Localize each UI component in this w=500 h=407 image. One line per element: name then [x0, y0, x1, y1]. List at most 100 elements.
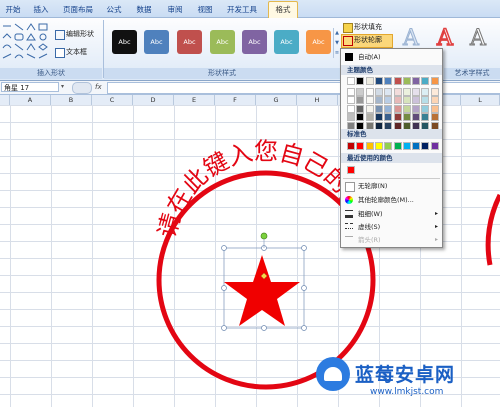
theme-color-cell[interactable]	[412, 87, 421, 96]
edit-shape-button[interactable]: 编辑形状	[66, 30, 94, 39]
theme-color-cell[interactable]	[347, 96, 355, 104]
standard-color-cell[interactable]	[430, 142, 439, 150]
theme-color-cell[interactable]	[384, 113, 393, 121]
tab-view[interactable]: 视图	[194, 3, 216, 17]
theme-color-cell[interactable]	[384, 96, 393, 104]
theme-color-cell[interactable]	[430, 104, 439, 113]
name-box-dropdown-icon[interactable]: ▾	[61, 82, 69, 92]
theme-color-cell[interactable]	[365, 96, 374, 104]
theme-color-cell[interactable]	[430, 96, 439, 104]
theme-color-cell[interactable]	[356, 77, 365, 85]
recent-color-row[interactable]	[341, 165, 442, 175]
theme-color-cell[interactable]	[374, 104, 383, 113]
shape-style-black[interactable]: Abc	[112, 30, 137, 54]
theme-color-grid[interactable]	[341, 77, 442, 137]
column-header[interactable]: F	[215, 95, 256, 105]
column-header[interactable]: D	[133, 95, 174, 105]
standard-color-cell[interactable]	[356, 142, 365, 150]
column-header[interactable]: L	[461, 95, 500, 105]
theme-color-cell[interactable]	[393, 77, 402, 85]
theme-color-cell[interactable]	[402, 77, 411, 85]
theme-color-cell[interactable]	[384, 77, 393, 85]
theme-color-cell[interactable]	[421, 77, 430, 85]
shape-style-purple[interactable]: Abc	[242, 30, 267, 54]
tab-page-layout[interactable]: 页面布局	[60, 3, 96, 17]
standard-color-cell[interactable]	[402, 142, 411, 150]
standard-color-cell[interactable]	[421, 142, 430, 150]
theme-color-cell[interactable]	[412, 113, 421, 121]
function-icon[interactable]: fx	[95, 81, 102, 93]
rotate-handle[interactable]	[260, 232, 268, 240]
theme-color-cell[interactable]	[347, 104, 355, 113]
theme-color-cell[interactable]	[430, 87, 439, 96]
theme-color-cell[interactable]	[347, 77, 355, 85]
theme-color-cell[interactable]	[365, 104, 374, 113]
tab-developer[interactable]: 开发工具	[224, 3, 260, 17]
theme-color-cell[interactable]	[402, 96, 411, 104]
theme-color-cell[interactable]	[384, 104, 393, 113]
text-box-button[interactable]: 文本框	[66, 48, 87, 57]
column-header[interactable]: A	[10, 95, 51, 105]
column-header[interactable]: C	[92, 95, 133, 105]
theme-color-cell[interactable]	[412, 104, 421, 113]
theme-color-cell[interactable]	[356, 96, 365, 104]
menu-auto-color[interactable]: 自动(A)	[341, 51, 442, 63]
theme-color-cell[interactable]	[374, 77, 383, 85]
standard-color-cell[interactable]	[365, 142, 374, 150]
tab-data[interactable]: 数据	[133, 3, 155, 17]
theme-color-cell[interactable]	[365, 77, 374, 85]
theme-color-cell[interactable]	[374, 87, 383, 96]
shape-style-blue[interactable]: Abc	[144, 30, 169, 54]
menu-weight[interactable]: 粗细(W) ▸	[341, 208, 442, 220]
shape-style-orange[interactable]: Abc	[306, 30, 331, 54]
standard-color-cell[interactable]	[374, 142, 383, 150]
theme-color-cell[interactable]	[365, 113, 374, 121]
shape-style-aqua[interactable]: Abc	[274, 30, 299, 54]
standard-color-cell[interactable]	[347, 142, 355, 150]
standard-color-cell[interactable]	[393, 142, 402, 150]
theme-color-cell[interactable]	[384, 87, 393, 96]
theme-color-cell[interactable]	[421, 87, 430, 96]
theme-color-cell[interactable]	[365, 87, 374, 96]
theme-color-cell[interactable]	[393, 104, 402, 113]
select-all-corner[interactable]	[0, 95, 10, 105]
shape-style-green[interactable]: Abc	[210, 30, 235, 54]
shape-gallery[interactable]	[1, 22, 51, 64]
theme-color-cell[interactable]	[393, 113, 402, 121]
standard-color-cell[interactable]	[384, 142, 393, 150]
theme-color-cell[interactable]	[430, 113, 439, 121]
theme-color-cell[interactable]	[402, 104, 411, 113]
theme-color-cell[interactable]	[412, 96, 421, 104]
theme-color-cell[interactable]	[421, 96, 430, 104]
theme-color-cell[interactable]	[347, 87, 355, 96]
column-header[interactable]: E	[174, 95, 215, 105]
name-box[interactable]: 角星 17	[1, 82, 59, 92]
tab-format[interactable]: 格式	[268, 1, 298, 18]
column-header[interactable]: H	[297, 95, 338, 105]
theme-color-cell[interactable]	[347, 113, 355, 121]
theme-color-cell[interactable]	[412, 77, 421, 85]
art-text-style-3[interactable]: A	[470, 26, 487, 52]
theme-color-cell[interactable]	[356, 113, 365, 121]
menu-dashes[interactable]: 虚线(S) ▸	[341, 221, 442, 233]
menu-arrows[interactable]: 箭头(R) ▸	[341, 234, 442, 246]
theme-color-cell[interactable]	[421, 104, 430, 113]
menu-more-colors[interactable]: 其他轮廓颜色(M)...	[341, 194, 442, 206]
theme-color-cell[interactable]	[402, 113, 411, 121]
standard-color-cell[interactable]	[412, 142, 421, 150]
theme-color-cell[interactable]	[356, 87, 365, 96]
tab-insert[interactable]: 插入	[30, 3, 52, 17]
theme-color-cell[interactable]	[374, 113, 383, 121]
theme-color-cell[interactable]	[356, 104, 365, 113]
shape-fill-button[interactable]: 形状填充	[354, 22, 382, 32]
theme-color-cell[interactable]	[374, 96, 383, 104]
theme-color-cell[interactable]	[430, 77, 439, 85]
theme-color-cell[interactable]	[421, 113, 430, 121]
shape-outline-button[interactable]: 形状轮廓	[354, 35, 382, 45]
tab-review[interactable]: 审阅	[164, 3, 186, 17]
theme-color-cell[interactable]	[402, 87, 411, 96]
tab-formulas[interactable]: 公式	[103, 3, 125, 17]
theme-color-cell[interactable]	[393, 87, 402, 96]
theme-color-cell[interactable]	[393, 96, 402, 104]
menu-no-outline[interactable]: 无轮廓(N)	[341, 180, 442, 192]
